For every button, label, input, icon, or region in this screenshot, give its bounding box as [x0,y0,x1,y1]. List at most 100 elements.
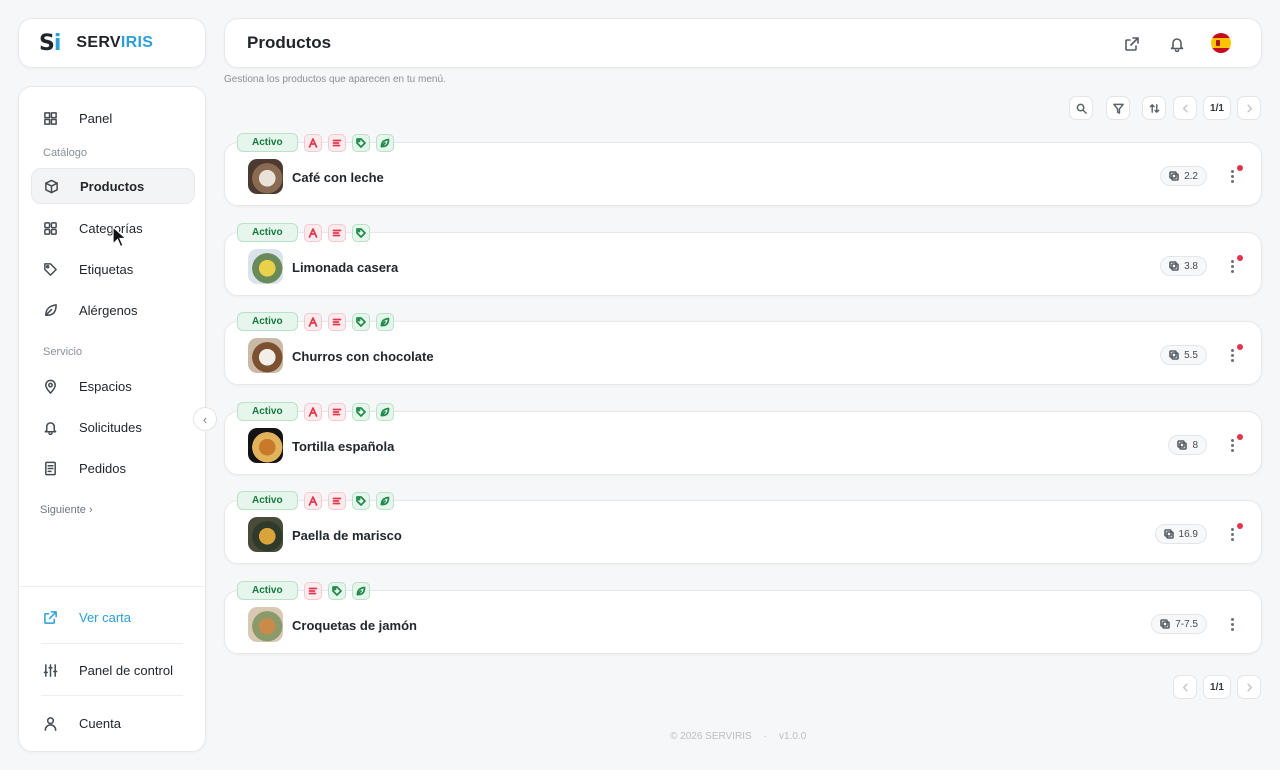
collapse-sidebar-button[interactable]: ‹ [193,407,217,431]
sidebar-item-label: Panel [79,110,113,126]
sidebar-item-spaces[interactable]: Espacios [31,368,195,404]
sidebar-item-control-panel[interactable]: Panel de control [31,652,195,688]
product-thumbnail [248,338,283,373]
filter-button[interactable] [1106,96,1130,120]
status-badge: Activo [237,223,298,242]
product-thumbnail [248,517,283,552]
product-badges: Activo [237,312,394,331]
sliders-icon [41,661,59,679]
price-value: 8 [1192,439,1198,451]
notification-dot [1237,523,1243,529]
sidebar-item-label: Cuenta [79,715,121,731]
price-icon [1177,440,1188,450]
kebab-dot [1230,348,1234,352]
notification-dot [1237,434,1243,440]
sidebar-item-orders[interactable]: Pedidos [31,450,195,486]
kebab-dot [1230,622,1234,626]
leaf-icon [375,491,394,510]
price-value: 7-7.5 [1175,618,1198,630]
product-row[interactable]: Activo Limonada casera 3.8 [224,223,1262,296]
kebab-dot [1230,443,1234,447]
product-row[interactable]: Activo Café con leche 2.2 [224,133,1262,206]
next-page-button[interactable] [1237,675,1261,699]
product-name: Limonada casera [292,260,399,275]
notification-dot [1237,344,1243,350]
leaf-icon [375,133,394,152]
page-indicator: 1/1 [1203,96,1231,120]
sidebar-item-label: Ver carta [79,609,132,625]
product-row[interactable]: Activo Paella de marisco 16.9 [224,491,1262,564]
kebab-dot [1230,264,1234,268]
open-external-button[interactable] [1121,33,1143,55]
sidebar-item-account[interactable]: Cuenta [31,705,195,741]
price-badge: 16.9 [1154,524,1207,544]
price-icon [1160,619,1171,629]
price-icon [1163,529,1174,539]
status-badge: Activo [237,133,298,152]
tag-icon [351,133,370,152]
search-button[interactable] [1069,96,1093,120]
prev-page-button[interactable] [1173,96,1197,120]
prev-page-button[interactable] [1173,675,1197,699]
external-link-icon [41,608,59,626]
language-flag-spain-icon[interactable] [1211,33,1231,53]
next-link[interactable]: Siguiente › [40,504,93,516]
sidebar-item-categories[interactable]: Categorías [31,210,195,246]
sidebar-item-requests[interactable]: Solicitudes [31,409,195,445]
sort-button[interactable] [1142,96,1166,120]
notifications-button[interactable] [1166,33,1188,55]
text-lines-icon [327,402,346,421]
allergen-a-icon [303,312,322,331]
product-row[interactable]: Activo Croquetas de jamón 7-7.5 [224,581,1262,654]
chevron-left-icon [1182,683,1188,691]
text-lines-icon [327,223,346,242]
search-icon [1076,103,1087,114]
sidebar-item-label: Espacios [79,378,132,394]
page-indicator: 1/1 [1203,675,1231,699]
product-thumbnail [248,428,283,463]
chevron-right-icon: › [88,504,93,516]
status-badge: Activo [237,491,298,510]
footer-separator: · [763,731,768,742]
chevron-right-icon [1246,104,1252,112]
sidebar-item-panel[interactable]: Panel [31,100,195,136]
status-badge: Activo [237,402,298,421]
kebab-dot [1230,269,1234,273]
sidebar-item-label: Pedidos [79,460,126,476]
kebab-dot [1230,448,1234,452]
kebab-dot [1230,532,1234,536]
filter-icon [1112,103,1124,114]
text-lines-icon [327,312,346,331]
tag-icon [351,491,370,510]
more-options-button[interactable] [1224,613,1240,635]
next-page-button[interactable] [1237,96,1261,120]
sidebar-item-tags[interactable]: Etiquetas [31,251,195,287]
user-icon [41,714,59,732]
sidebar-item-allergens[interactable]: Alérgenos [31,292,195,328]
allergen-a-icon [303,223,322,242]
product-row[interactable]: Activo Tortilla española 8 [224,402,1262,475]
tag-icon [351,402,370,421]
product-badges: Activo [237,491,394,510]
allergen-a-icon [303,402,322,421]
product-row[interactable]: Activo Churros con chocolate 5.5 [224,312,1262,385]
section-label-catalog: Catálogo [43,147,88,159]
kebab-dot [1230,627,1234,631]
leaf-icon [375,312,394,331]
product-thumbnail [248,159,283,194]
kebab-dot [1230,527,1234,531]
bell-icon [41,418,59,436]
price-badge: 2.2 [1160,166,1207,186]
price-value: 16.9 [1178,528,1198,540]
notification-dot [1237,165,1243,171]
tag-icon [41,260,59,278]
page-title: Productos [247,33,332,52]
bell-icon [1170,38,1184,52]
sort-icon [1149,103,1159,113]
chevron-right-icon [1246,683,1252,691]
sidebar-item-products[interactable]: Productos [31,168,195,204]
view-menu-link[interactable]: Ver carta [31,599,195,635]
logo-card[interactable]: Si SERVIRIS [18,18,206,68]
brand-name: SERVIRIS [76,34,154,51]
text-lines-icon [303,581,322,600]
